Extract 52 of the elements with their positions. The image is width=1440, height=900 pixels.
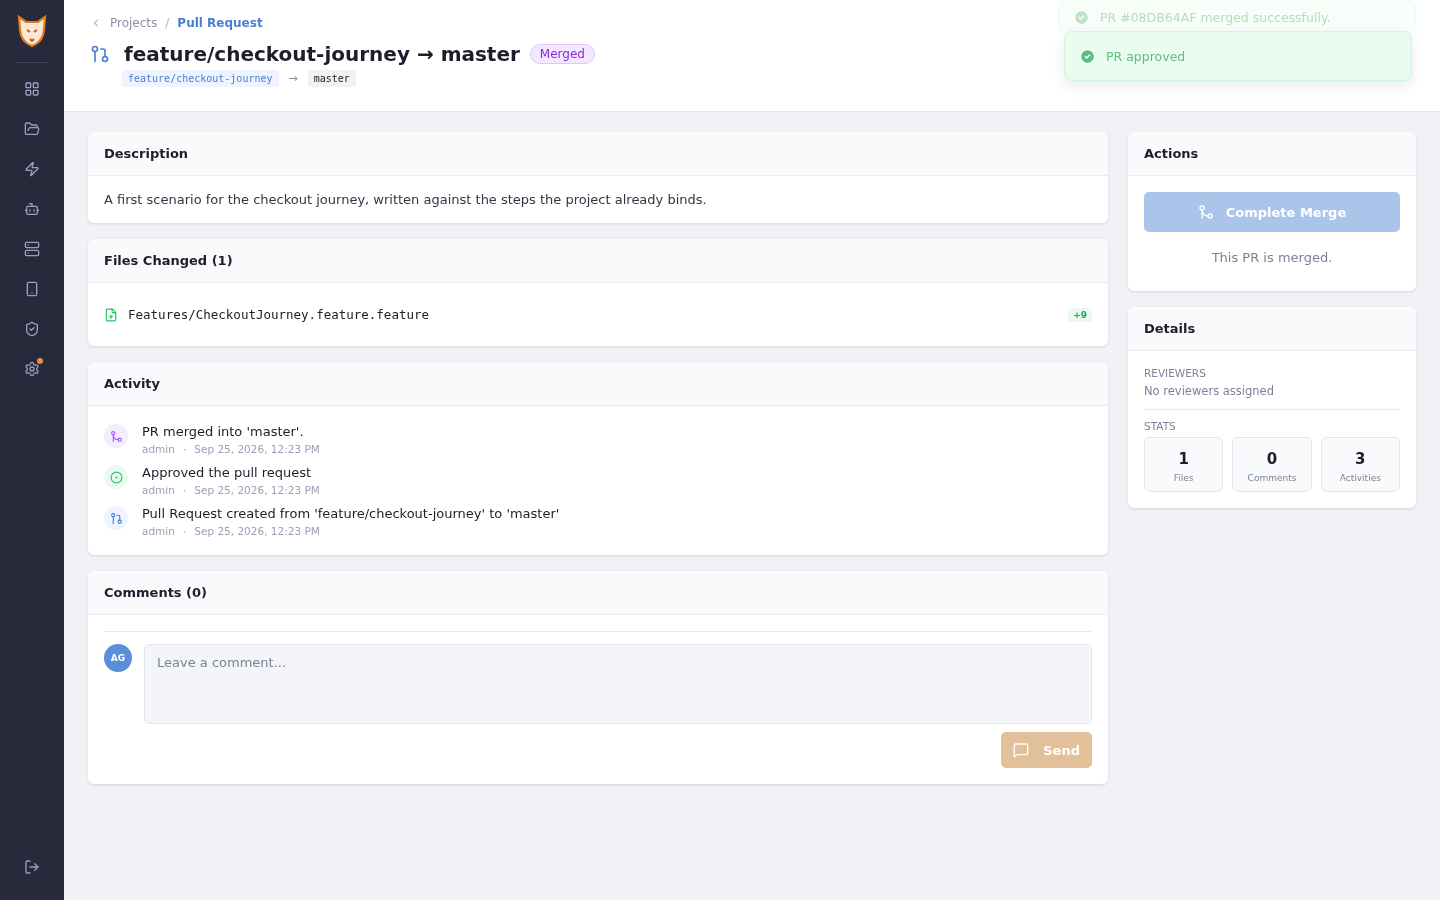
pull-request-icon xyxy=(90,44,110,64)
card-title: Comments (0) xyxy=(88,571,1108,615)
card-title: Details xyxy=(1128,307,1416,351)
activity-user: admin xyxy=(142,525,175,537)
toast-message: PR approved xyxy=(1106,48,1186,64)
additions-count: +9 xyxy=(1068,307,1092,322)
meta-separator: · xyxy=(182,525,187,537)
branch-arrow: → xyxy=(288,72,298,85)
section-label: STATS xyxy=(1144,420,1177,432)
card-title: Files Changed (1) xyxy=(88,239,1108,283)
section-label: REVIEWERS xyxy=(1144,367,1207,379)
card-title: Actions xyxy=(1128,132,1416,176)
card-title: Description xyxy=(88,132,1108,176)
merge-icon xyxy=(104,424,128,448)
check-icon xyxy=(1079,47,1096,65)
description-text: A first scenario for the checkout journey, written against the steps the project already binds. xyxy=(104,192,708,207)
activity-user: admin xyxy=(142,484,175,496)
toast-message: PR #08DB64AF merged successfully. xyxy=(1100,9,1331,25)
activity-time: Sep 25, 2026, 12:23 PM xyxy=(194,443,320,455)
meta-separator: · xyxy=(182,484,187,496)
activity-text: Approved the pull request xyxy=(142,465,313,480)
stat-value: 3 xyxy=(1355,450,1366,468)
user-avatar: AG xyxy=(104,644,132,672)
chat-bubble-icon xyxy=(1013,742,1030,758)
pr-title: feature/checkout-journey → master xyxy=(124,42,520,66)
activity-text: Pull Request created from 'feature/checkout-journey' to 'master' xyxy=(142,506,560,521)
breadcrumb-link[interactable]: Projects xyxy=(110,16,158,30)
check-icon xyxy=(1073,8,1090,26)
status-badge: Merged xyxy=(529,44,595,64)
meta-separator: · xyxy=(182,443,187,455)
stat-label: Activities xyxy=(1339,473,1381,483)
logo-icon xyxy=(16,14,48,48)
activity-time: Sep 25, 2026, 12:23 PM xyxy=(194,525,320,537)
breadcrumb-link[interactable]: Pull Request xyxy=(177,16,263,30)
stat-label: Files xyxy=(1173,473,1194,483)
comment-field[interactable]: Leave a comment... xyxy=(144,644,1092,724)
target-branch: master xyxy=(307,70,356,87)
activity-user: admin xyxy=(142,443,175,455)
merge-icon xyxy=(1197,204,1214,220)
breadcrumb-separator: / xyxy=(165,16,170,30)
reviewers-text: No reviewers assigned xyxy=(1144,384,1275,398)
activity-text: PR merged into 'master'. xyxy=(142,424,305,439)
stat-label: Comments xyxy=(1247,473,1297,483)
source-branch: feature/checkout-journey xyxy=(122,70,279,87)
stat-value: 0 xyxy=(1266,450,1278,468)
file-added-icon xyxy=(104,307,118,322)
file-path[interactable]: Features/CheckoutJourney.feature.feature xyxy=(128,307,1059,322)
card-title: Activity xyxy=(88,362,1108,406)
pull-request-icon xyxy=(104,506,128,530)
activity-time: Sep 25, 2026, 12:23 PM xyxy=(194,484,320,496)
stat-value: 1 xyxy=(1178,450,1189,468)
merge-note: This PR is merged. xyxy=(1210,250,1334,265)
